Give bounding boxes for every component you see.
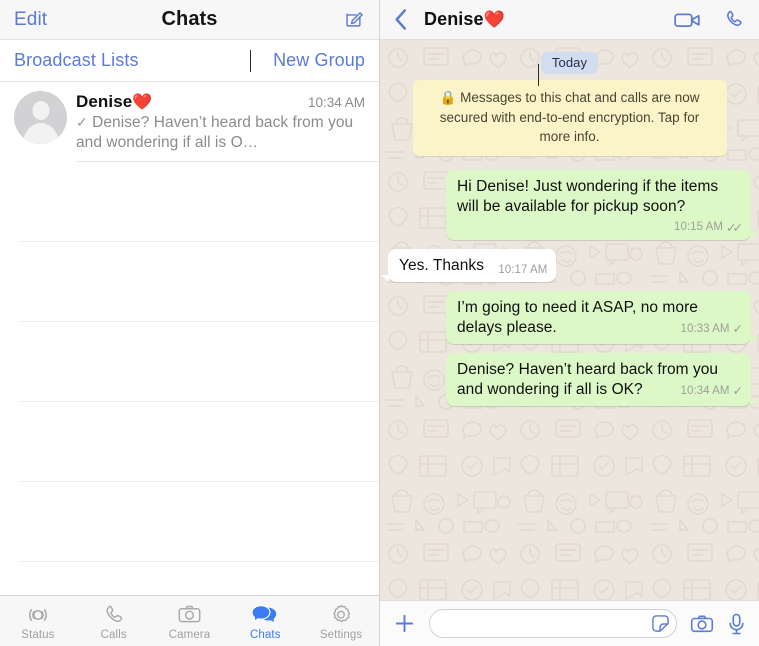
conversation-title[interactable]: Denise❤️ xyxy=(424,9,505,30)
message-text: I’m going to need it ASAP, no more delay… xyxy=(457,299,698,337)
sticker-icon[interactable] xyxy=(651,614,670,633)
sent-check-icon: ✓ xyxy=(76,114,88,130)
message-row: I’m going to need it ASAP, no more delay… xyxy=(388,291,758,345)
camera-icon xyxy=(177,602,202,628)
back-chevron-icon[interactable] xyxy=(394,8,408,31)
message-input-wrapper[interactable] xyxy=(429,609,677,638)
status-rings-icon xyxy=(26,602,50,628)
chat-list[interactable]: Denise❤️ 10:34 AM ✓ Denise? Haven’t hear… xyxy=(0,82,379,595)
message-time: 10:34 AM xyxy=(680,384,730,397)
message-text: Hi Denise! Just wondering if the items w… xyxy=(457,177,719,215)
encryption-notice-box[interactable]: 🔒 Messages to this chat and calls are no… xyxy=(412,80,727,156)
list-item[interactable] xyxy=(0,562,379,595)
text-cursor-artifact xyxy=(250,50,251,72)
chat-row-content: Denise❤️ 10:34 AM ✓ Denise? Haven’t hear… xyxy=(76,91,365,162)
message-row: Denise? Haven’t heard back from you and … xyxy=(388,353,758,407)
list-item[interactable] xyxy=(0,482,379,562)
phone-icon[interactable] xyxy=(723,8,745,31)
message-bubble-outgoing[interactable]: Denise? Haven’t heard back from you and … xyxy=(446,353,758,407)
message-composer xyxy=(380,600,759,646)
tab-calls[interactable]: Calls xyxy=(76,596,152,646)
encryption-notice[interactable]: 🔒 Messages to this chat and calls are no… xyxy=(388,80,751,156)
message-list: Today 🔒 Messages to this chat and calls … xyxy=(380,40,759,421)
message-row: Yes. Thanks 10:17 AM xyxy=(380,249,751,283)
compose-icon[interactable] xyxy=(344,9,365,30)
message-time: 10:17 AM xyxy=(498,264,548,277)
message-canvas[interactable]: Today 🔒 Messages to this chat and calls … xyxy=(380,40,759,600)
bottom-tab-bar: Status Calls Camera Chats Settings xyxy=(0,595,379,646)
chat-preview-text: ✓ Denise? Haven’t heard back from you an… xyxy=(76,114,354,151)
phone-icon xyxy=(102,602,126,628)
day-divider-label: Today xyxy=(540,52,599,74)
microphone-icon[interactable] xyxy=(727,612,746,636)
chat-row-header: Denise❤️ 10:34 AM xyxy=(76,92,365,112)
message-bubble-incoming[interactable]: Yes. Thanks 10:17 AM xyxy=(380,249,557,283)
message-text: Yes. Thanks xyxy=(399,257,484,275)
list-item[interactable] xyxy=(0,322,379,402)
message-meta: 10:15 AM ✓✓ xyxy=(674,220,743,235)
message-row: Hi Denise! Just wondering if the items w… xyxy=(388,169,758,241)
tab-label: Status xyxy=(21,628,55,641)
video-camera-icon[interactable] xyxy=(674,10,701,30)
sidebar-toolbar: Broadcast Lists New Group xyxy=(0,40,379,82)
lock-icon: 🔒 xyxy=(439,90,457,105)
message-meta: 10:34 AM ✓ xyxy=(680,384,744,399)
page-title: Chats xyxy=(161,8,218,30)
whatsapp-app-window: Edit Chats Broadcast Lists New Group Den… xyxy=(0,0,759,646)
list-item[interactable]: Denise❤️ 10:34 AM ✓ Denise? Haven’t hear… xyxy=(0,82,379,162)
tab-settings[interactable]: Settings xyxy=(303,596,379,646)
delivery-status-icon: ✓ xyxy=(732,384,744,399)
heart-emoji-icon: ❤️ xyxy=(132,94,153,111)
heart-emoji-icon: ❤️ xyxy=(483,10,505,29)
edit-button[interactable]: Edit xyxy=(14,9,47,31)
message-time: 10:15 AM xyxy=(674,221,724,234)
chats-sidebar: Edit Chats Broadcast Lists New Group Den… xyxy=(0,0,380,646)
tab-camera[interactable]: Camera xyxy=(152,596,228,646)
broadcast-lists-button[interactable]: Broadcast Lists xyxy=(14,50,139,71)
sidebar-header: Edit Chats xyxy=(0,0,379,40)
list-item[interactable] xyxy=(0,162,379,242)
message-bubble-outgoing[interactable]: I’m going to need it ASAP, no more delay… xyxy=(446,291,758,345)
tab-status[interactable]: Status xyxy=(0,596,76,646)
delivery-status-icon: ✓ xyxy=(732,322,744,337)
encryption-notice-text: Messages to this chat and calls are now … xyxy=(439,90,700,145)
message-bubble-outgoing[interactable]: Hi Denise! Just wondering if the items w… xyxy=(446,169,758,241)
tab-label: Settings xyxy=(319,628,363,641)
camera-icon[interactable] xyxy=(690,613,714,635)
tab-chats[interactable]: Chats xyxy=(227,596,303,646)
contact-name: Denise❤️ xyxy=(76,92,153,111)
conversation-pane: Denise❤️ Today 🔒 Messages to this chat a… xyxy=(380,0,759,646)
text-cursor-artifact xyxy=(537,64,539,86)
new-group-button[interactable]: New Group xyxy=(273,50,365,71)
conversation-header: Denise❤️ xyxy=(380,0,759,40)
message-text: Denise? Haven’t heard back from you and … xyxy=(457,361,719,399)
tab-label: Calls xyxy=(100,628,127,641)
tab-label: Chats xyxy=(250,628,281,641)
plus-icon[interactable] xyxy=(393,612,416,635)
delivery-status-icon: ✓✓ xyxy=(726,220,743,235)
default-avatar-icon xyxy=(14,91,67,144)
list-item[interactable] xyxy=(0,242,379,322)
message-meta: 10:33 AM ✓ xyxy=(680,322,744,337)
list-item[interactable] xyxy=(0,402,379,482)
message-input[interactable] xyxy=(443,614,644,633)
header-actions xyxy=(674,8,745,31)
gear-icon xyxy=(329,602,353,628)
message-meta: 10:17 AM xyxy=(498,265,547,277)
chat-timestamp: 10:34 AM xyxy=(307,95,365,110)
tab-label: Camera xyxy=(168,628,211,641)
chat-bubbles-icon xyxy=(251,602,279,628)
message-time: 10:33 AM xyxy=(680,322,730,335)
day-divider: Today xyxy=(388,52,751,86)
